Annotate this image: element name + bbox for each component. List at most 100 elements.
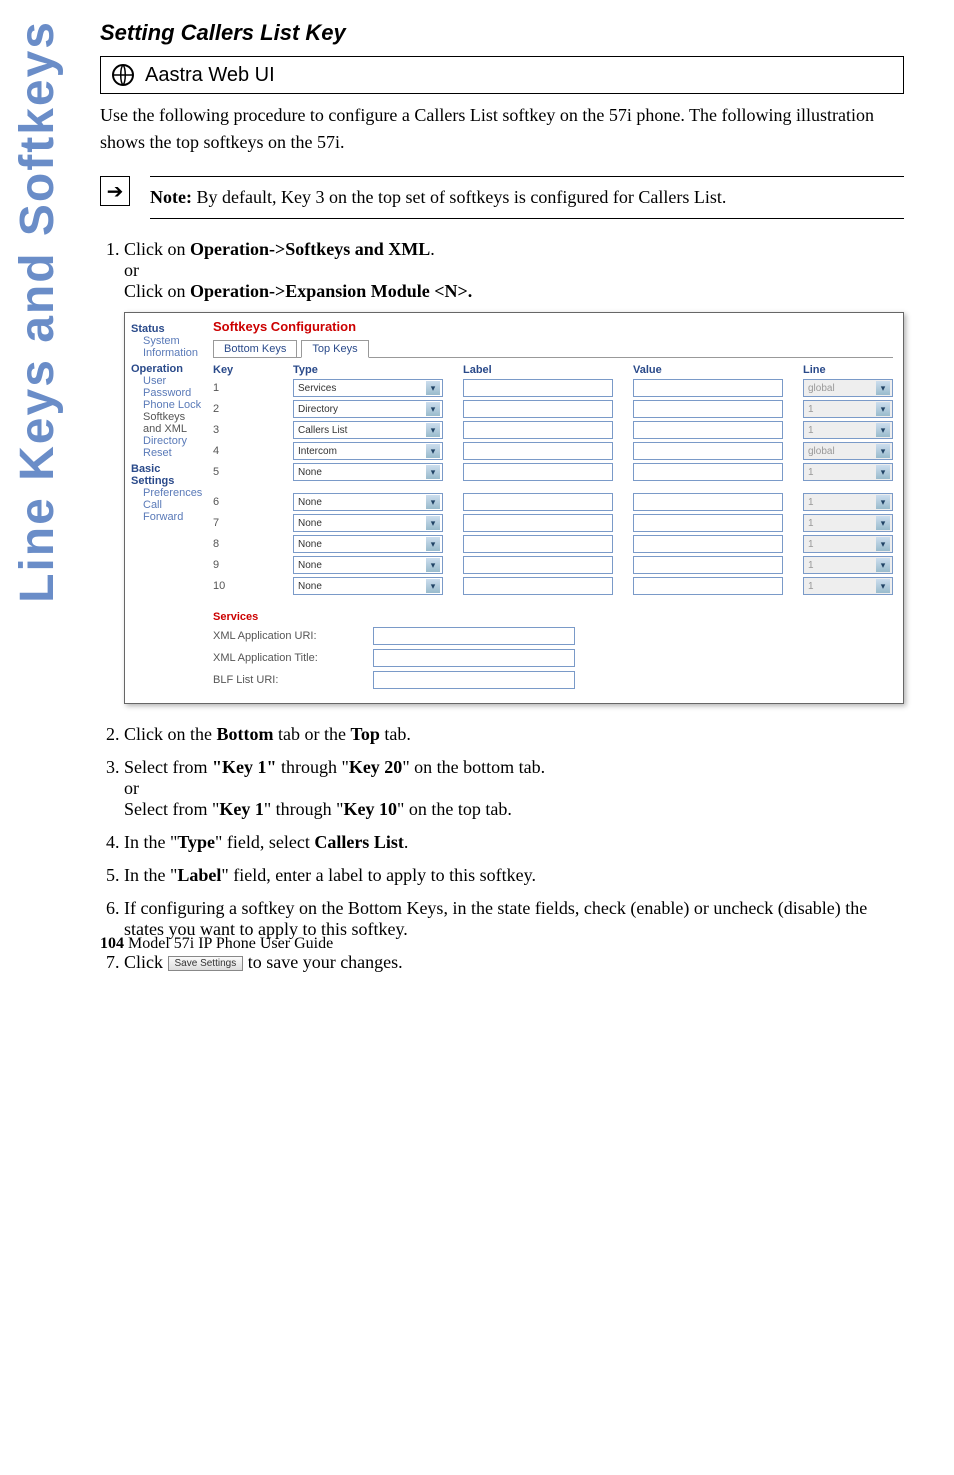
line-select[interactable]: global▾ [803,442,893,460]
value-input[interactable] [633,400,783,418]
text: Click [124,952,168,972]
key-num: 6 [213,496,273,508]
chevron-down-icon: ▾ [426,381,440,395]
key-num: 4 [213,445,273,457]
globe-icon [111,63,135,87]
type-select[interactable]: None▾ [293,463,443,481]
value-input[interactable] [633,463,783,481]
value-input[interactable] [633,514,783,532]
text: " on the top tab. [397,799,512,819]
step-1: Click on Operation->Softkeys and XML. or… [124,239,904,704]
text: Operation->Softkeys and XML [190,239,430,259]
xmlapp-input[interactable] [373,627,575,645]
value-input[interactable] [633,442,783,460]
chevron-down-icon: ▾ [426,558,440,572]
col-line: Line [803,364,893,376]
text: " through " [264,799,344,819]
type-select[interactable]: Intercom▾ [293,442,443,460]
key-grid: Key Type Label Value Line [213,364,893,376]
type-select[interactable]: Services▾ [293,379,443,397]
nav-status: Status [131,323,203,335]
webui-bar: Aastra Web UI [100,56,904,93]
label-input[interactable] [463,535,613,553]
value-input[interactable] [633,421,783,439]
line-select[interactable]: 1▾ [803,577,893,595]
line-select[interactable]: 1▾ [803,535,893,553]
value-input[interactable] [633,379,783,397]
services-heading: Services [213,611,893,623]
key-num: 9 [213,559,273,571]
text: "Key 1" [212,757,276,777]
chevron-down-icon: ▾ [426,444,440,458]
chevron-down-icon: ▾ [426,495,440,509]
tab-bottom[interactable]: Bottom Keys [213,340,297,357]
line-select[interactable]: 1▾ [803,493,893,511]
line-select[interactable]: 1▾ [803,514,893,532]
text: Operation->Expansion Module <N>. [190,281,472,301]
key-num: 1 [213,382,273,394]
value-input[interactable] [633,556,783,574]
type-select[interactable]: Directory▾ [293,400,443,418]
nav-phonelock[interactable]: Phone Lock [131,399,203,411]
nav-sysinfo[interactable]: System Information [131,335,203,359]
col-value: Value [633,364,783,376]
label-input[interactable] [463,442,613,460]
label-input[interactable] [463,493,613,511]
line-select[interactable]: 1▾ [803,463,893,481]
col-type: Type [293,364,443,376]
chevron-down-icon: ▾ [876,579,890,593]
nav-operation: Operation [131,363,203,375]
key-num: 8 [213,538,273,550]
side-title: Line Keys and Softkeys [10,20,65,603]
type-select[interactable]: None▾ [293,535,443,553]
section-heading: Setting Callers List Key [100,20,904,46]
key-num: 3 [213,424,273,436]
save-button[interactable]: Save Settings [168,956,244,971]
text: Label [177,865,221,885]
text: Select from [124,757,212,777]
type-select[interactable]: None▾ [293,493,443,511]
nav-softxml[interactable]: Softkeys and XML [131,411,203,435]
line-select[interactable]: 1▾ [803,400,893,418]
text: In the " [124,865,177,885]
nav-directory[interactable]: Directory [131,435,203,447]
text: through " [276,757,348,777]
nav-userpw[interactable]: User Password [131,375,203,399]
value-input[interactable] [633,577,783,595]
nav-reset[interactable]: Reset [131,447,203,459]
nav-callfwd[interactable]: Call Forward [131,499,203,523]
label-input[interactable] [463,577,613,595]
blf-label: BLF List URI: [213,674,373,686]
note-text: By default, Key 3 on the top set of soft… [192,187,726,207]
type-select[interactable]: None▾ [293,514,443,532]
blf-input[interactable] [373,671,575,689]
line-select[interactable]: 1▾ [803,556,893,574]
key-num: 5 [213,466,273,478]
type-select[interactable]: Callers List▾ [293,421,443,439]
label-input[interactable] [463,556,613,574]
text: " on the bottom tab. [402,757,545,777]
xmlapp-label: XML Application URI: [213,630,373,642]
line-select[interactable]: 1▾ [803,421,893,439]
label-input[interactable] [463,463,613,481]
value-input[interactable] [633,535,783,553]
value-input[interactable] [633,493,783,511]
text: Callers List [314,832,404,852]
nav-prefs[interactable]: Preferences [131,487,203,499]
key-num: 7 [213,517,273,529]
tab-top[interactable]: Top Keys [301,340,368,358]
label-input[interactable] [463,421,613,439]
text: Type [177,832,215,852]
label-input[interactable] [463,379,613,397]
text: Click on the [124,724,217,744]
line-select[interactable]: global▾ [803,379,893,397]
label-input[interactable] [463,400,613,418]
xmltitle-input[interactable] [373,649,575,667]
xmltitle-label: XML Application Title: [213,652,373,664]
key-num: 2 [213,403,273,415]
type-select[interactable]: None▾ [293,577,443,595]
label-input[interactable] [463,514,613,532]
text: Key 1 [219,799,264,819]
type-select[interactable]: None▾ [293,556,443,574]
text: Bottom [217,724,274,744]
